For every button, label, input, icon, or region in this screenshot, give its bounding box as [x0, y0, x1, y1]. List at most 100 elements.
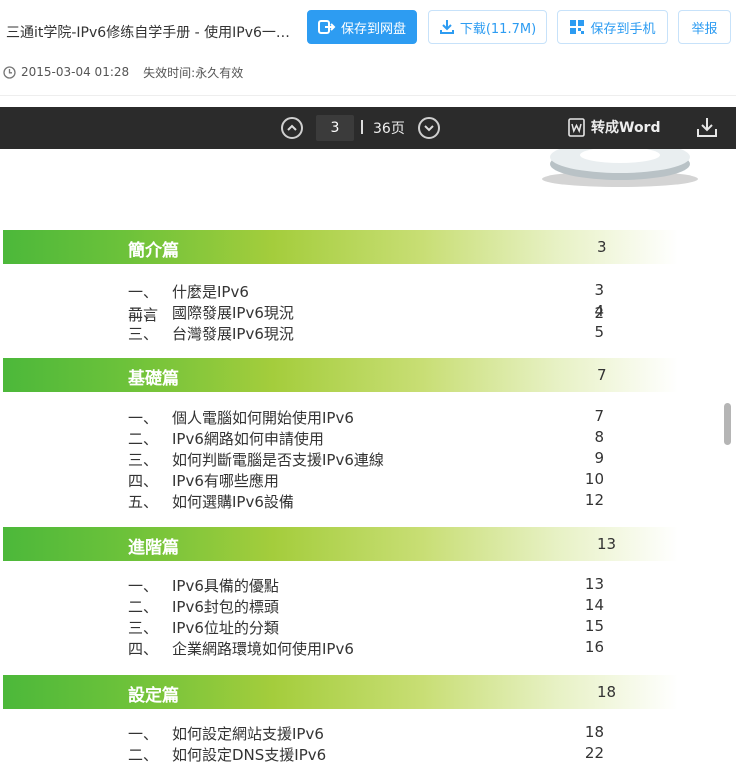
total-pages: 36页 — [373, 121, 405, 137]
previous-page-button[interactable] — [281, 117, 303, 139]
save-to-netdisk-label: 保存到网盘 — [340, 21, 406, 37]
toc-item-page: 5 — [594, 323, 604, 341]
toc-item[interactable]: 三、 台灣發展IPv6現況 5 — [0, 323, 720, 343]
qr-code-icon — [570, 20, 585, 34]
save-arrow-icon — [317, 20, 336, 34]
toc-item-page: 14 — [584, 596, 604, 614]
toc-item-text: 如何設定DNS支援IPv6 — [172, 746, 327, 764]
toc-item-page: 9 — [594, 449, 604, 467]
toc-item-number: 一、 — [128, 409, 159, 427]
toc-item-number: 一、 — [128, 577, 159, 595]
toc-item-text: 個人電腦如何開始使用IPv6 — [172, 409, 354, 427]
toc-item-page: 7 — [594, 407, 604, 425]
toc-item-text: 國際發展IPv6現況 — [172, 304, 294, 322]
toc-item-text: IPv6網路如何申請使用 — [172, 430, 324, 448]
document-page: 前言 2 簡介篇 3 一、 什麼是IPv6 3 二、 國際發展IPv6現況 4 … — [0, 149, 720, 770]
document-viewer: 3 36页 转成Word 前言 2 簡介篇 3 一、 什麼是IPv6 3 二、 … — [0, 107, 736, 770]
expire-label: 失效时间: — [143, 65, 196, 80]
chevron-down-icon — [424, 125, 434, 132]
viewer-toolbar: 3 36页 转成Word — [0, 107, 736, 149]
section-title: 設定篇 — [128, 686, 179, 706]
page-number-input[interactable]: 3 — [316, 115, 354, 141]
header-divider — [0, 95, 736, 96]
toc-item[interactable]: 一、 個人電腦如何開始使用IPv6 7 — [0, 407, 720, 427]
toc-item-page: 15 — [584, 617, 604, 635]
toc-item[interactable]: 二、 IPv6網路如何申請使用 8 — [0, 428, 720, 448]
save-to-netdisk-button[interactable]: 保存到网盘 — [307, 10, 417, 44]
toc-item[interactable]: 四、 企業網路環境如何使用IPv6 16 — [0, 638, 720, 658]
viewer-download-button[interactable] — [696, 116, 718, 142]
expire-value: 永久有效 — [195, 65, 244, 80]
toc-item[interactable]: 一、 什麼是IPv6 3 — [0, 281, 720, 301]
convert-to-word-button[interactable]: 转成Word — [568, 117, 661, 137]
toc-item[interactable]: 二、 IPv6封包的標頭 14 — [0, 596, 720, 616]
section-title: 基礎篇 — [128, 369, 179, 389]
vertical-scrollbar-thumb[interactable] — [724, 403, 731, 445]
toc-item[interactable]: 二、 國際發展IPv6現況 4 — [0, 302, 720, 322]
section-heading-intro[interactable]: 簡介篇 3 — [3, 230, 678, 264]
save-to-phone-button[interactable]: 保存到手机 — [557, 10, 668, 44]
toc-item-number: 四、 — [128, 472, 159, 490]
toc-item-number: 四、 — [128, 640, 159, 658]
page-separator — [361, 120, 363, 134]
toc-item-page: 3 — [594, 281, 604, 299]
download-tray-icon — [697, 118, 717, 137]
section-heading-settings[interactable]: 設定篇 18 — [3, 675, 678, 709]
toc-item-text: 台灣發展IPv6現況 — [172, 325, 294, 343]
meta-row: 2015-03-04 01:28 失效时间: 永久有效 — [0, 62, 243, 82]
toc-item[interactable]: 一、 IPv6具備的優點 13 — [0, 575, 720, 595]
toc-item-text: IPv6有哪些應用 — [172, 472, 279, 490]
toc-item-page: 13 — [584, 575, 604, 593]
clock-icon — [3, 65, 16, 79]
toc-item-text: 什麼是IPv6 — [172, 283, 249, 301]
toc-item[interactable]: 四、 IPv6有哪些應用 10 — [0, 470, 720, 490]
toc-item[interactable]: 一、 如何設定網站支援IPv6 18 — [0, 723, 720, 743]
toc-item-number: 一、 — [128, 725, 159, 743]
toc-item-number: 二、 — [128, 304, 159, 322]
save-to-phone-label: 保存到手机 — [590, 21, 656, 37]
toc-item-number: 五、 — [128, 493, 159, 511]
toc-item-number: 三、 — [128, 619, 159, 637]
toc-item-page: 18 — [584, 723, 604, 741]
toc-item-text: 如何判斷電腦是否支援IPv6連線 — [172, 451, 384, 469]
section-page: 3 — [597, 238, 607, 256]
toc-item-text: 企業網路環境如何使用IPv6 — [172, 640, 354, 658]
toc-item-text: IPv6具備的優點 — [172, 577, 279, 595]
report-label: 举报 — [691, 21, 718, 37]
section-page: 7 — [597, 366, 607, 384]
toc-item-text: IPv6封包的標頭 — [172, 598, 279, 616]
section-heading-basics[interactable]: 基礎篇 7 — [3, 358, 678, 392]
toc-item-page: 16 — [584, 638, 604, 656]
toc-item-page: 10 — [584, 470, 604, 488]
section-title: 簡介篇 — [128, 241, 179, 261]
download-label: 下载(11.7M) — [459, 21, 537, 37]
toc-item-number: 二、 — [128, 430, 159, 448]
report-button[interactable]: 举报 — [678, 10, 731, 44]
toc-item-page: 4 — [594, 302, 604, 320]
toc-item-number: 一、 — [128, 283, 159, 301]
download-icon — [439, 20, 454, 34]
toc-item-page: 12 — [584, 491, 604, 509]
section-page: 13 — [597, 535, 617, 553]
toc-item-page: 22 — [584, 744, 604, 762]
toc-item-text: 如何選購IPv6設備 — [172, 493, 294, 511]
word-doc-icon — [568, 117, 585, 137]
toc-item-number: 三、 — [128, 325, 159, 343]
toc-item-page: 8 — [594, 428, 604, 446]
toc-item-number: 二、 — [128, 746, 159, 764]
section-title: 進階篇 — [128, 538, 179, 558]
download-button[interactable]: 下载(11.7M) — [428, 10, 547, 44]
cd-disc-illustration — [542, 149, 698, 187]
toc-item[interactable]: 三、 IPv6位址的分類 15 — [0, 617, 720, 637]
chevron-up-icon — [287, 124, 297, 131]
document-title: 三通it学院-IPv6修练自学手册 - 使用IPv6一次... — [6, 25, 298, 41]
toc-item[interactable]: 三、 如何判斷電腦是否支援IPv6連線 9 — [0, 449, 720, 469]
section-heading-advanced[interactable]: 進階篇 13 — [3, 527, 678, 561]
section-page: 18 — [597, 683, 617, 701]
header-bar: 三通it学院-IPv6修练自学手册 - 使用IPv6一次... 保存到网盘 下载… — [0, 0, 736, 80]
convert-to-word-label: 转成Word — [591, 120, 661, 136]
toc-item[interactable]: 二、 如何設定DNS支援IPv6 22 — [0, 744, 720, 764]
toc-item[interactable]: 五、 如何選購IPv6設備 12 — [0, 491, 720, 511]
toc-item-text: IPv6位址的分類 — [172, 619, 279, 637]
next-page-button[interactable] — [418, 117, 440, 139]
